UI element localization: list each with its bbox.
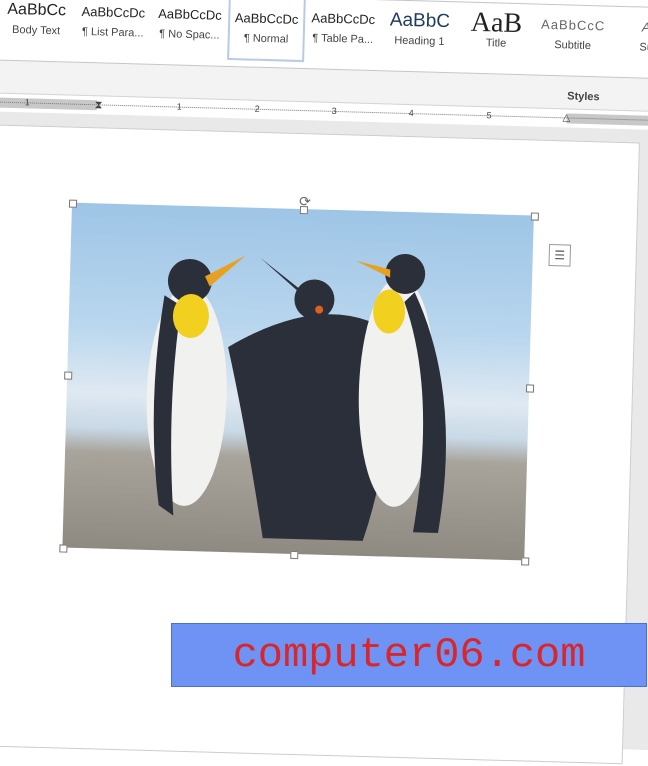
style-label: Subtitle xyxy=(554,39,592,53)
style-sample: AaBbCcDc xyxy=(81,3,146,21)
style-heading-1[interactable]: AaBbC Heading 1 xyxy=(380,0,458,66)
ribbon: AaBbCc Body Text AaBbCcDc ¶ List Para... A… xyxy=(0,0,648,113)
watermark-text: computer06.com xyxy=(232,631,586,679)
style-label: Heading 1 xyxy=(394,34,445,48)
style-subtle-emphasis[interactable]: Aa Sub xyxy=(610,7,648,73)
resize-handle-bottom-right[interactable] xyxy=(521,557,530,566)
style-sample: AaBbCc xyxy=(7,0,67,20)
style-label: ¶ Normal xyxy=(243,32,289,46)
style-sample: AaBbCcC xyxy=(540,16,606,34)
ruler-number: 1 xyxy=(24,97,30,108)
right-indent-marker-icon[interactable]: △ xyxy=(562,112,570,123)
style-label: Sub xyxy=(639,41,648,54)
ruler-number: 3 xyxy=(331,105,337,117)
ruler-number: 4 xyxy=(408,108,414,119)
ruler-number: 1 xyxy=(176,101,182,112)
style-sample: AaBbCcDc xyxy=(157,5,222,23)
style-sample: AaBbCcDc xyxy=(234,10,299,27)
style-body-text[interactable]: AaBbCc Body Text xyxy=(0,0,76,56)
style-subtitle[interactable]: AaBbCcC Subtitle xyxy=(534,5,612,71)
styles-group-label: Styles xyxy=(567,90,600,104)
resize-handle-top-left[interactable] xyxy=(68,199,78,208)
indent-marker-icon[interactable]: ⧗ xyxy=(95,99,103,112)
style-label: Title xyxy=(485,37,507,50)
watermark: computer06.com xyxy=(171,623,647,687)
style-no-spacing[interactable]: AaBbCcDc ¶ No Spac... xyxy=(150,0,228,60)
style-sample: AaBbCcDc xyxy=(311,10,376,28)
style-label: ¶ List Para... xyxy=(81,25,144,40)
resize-handle-top-right[interactable] xyxy=(530,212,539,221)
resize-handle-left[interactable] xyxy=(64,371,73,380)
style-sample: Aa xyxy=(641,19,648,35)
layout-options-icon[interactable]: ☰ xyxy=(548,243,572,267)
style-label: ¶ Table Pa... xyxy=(312,32,374,46)
style-title[interactable]: AaB Title xyxy=(457,2,535,68)
style-list-paragraph[interactable]: AaBbCcDc ¶ List Para... xyxy=(74,0,152,58)
style-table-paragraph[interactable]: AaBbCcDc ¶ Table Pa... xyxy=(304,0,382,64)
resize-handle-bottom-left[interactable] xyxy=(59,544,68,553)
penguins-illustration xyxy=(146,253,446,541)
resize-handle-top[interactable] xyxy=(299,206,309,215)
styles-gallery: AaBbCc Body Text AaBbCcDc ¶ List Para... A… xyxy=(0,0,648,80)
style-label: Body Text xyxy=(11,23,61,38)
ruler-number: 5 xyxy=(486,110,492,121)
style-label: ¶ No Spac... xyxy=(159,28,220,42)
style-sample: AaBbC xyxy=(389,9,451,33)
style-normal[interactable]: AaBbCcDc ¶ Normal xyxy=(227,0,306,63)
penguins-image[interactable] xyxy=(62,202,534,561)
resize-handle-bottom[interactable] xyxy=(290,550,299,560)
ruler-number: 2 xyxy=(254,103,260,114)
resize-handle-right[interactable] xyxy=(525,384,535,393)
style-sample: AaB xyxy=(470,8,523,39)
